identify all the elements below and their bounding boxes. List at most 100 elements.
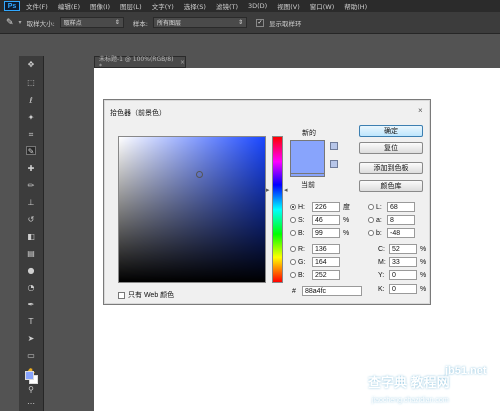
chevron-down-icon[interactable]: ▾ — [19, 19, 22, 26]
move-tool-icon[interactable]: ✥ — [26, 60, 36, 69]
dodge-tool-icon[interactable]: ◔ — [26, 283, 36, 292]
black-input[interactable]: 0 — [389, 284, 417, 294]
red-field-row: R: 136 — [290, 244, 340, 254]
yellow-field-row: Y: 0 % — [378, 270, 426, 280]
current-color-label: 当前 — [301, 182, 315, 189]
lab-l-input[interactable]: 68 — [387, 202, 415, 212]
menu-help[interactable]: 帮助(H) — [344, 1, 367, 11]
magenta-input[interactable]: 33 — [389, 257, 417, 267]
yellow-label: Y: — [378, 271, 385, 279]
lab-a-radio[interactable] — [368, 217, 374, 223]
brightness-input[interactable]: 99 — [312, 228, 340, 238]
add-to-swatches-button[interactable]: 添加到色板 — [359, 162, 423, 174]
new-color-swatch — [290, 140, 325, 174]
show-ring-checkbox[interactable]: ✓ — [255, 18, 264, 27]
web-colors-only-label: 只有 Web 颜色 — [128, 292, 175, 299]
brush-tool-icon[interactable]: ✏ — [26, 181, 36, 190]
options-bar: ✎ ▾ 取样大小: 取样点 ⇕ 样本: 所有图层 ⇕ ✓ 显示取样环 — [0, 12, 500, 34]
saturation-brightness-field[interactable] — [118, 136, 266, 283]
close-icon[interactable]: × — [418, 106, 423, 115]
menu-file[interactable]: 文件(F) — [26, 1, 48, 11]
cyan-input[interactable]: 52 — [389, 244, 417, 254]
stamp-tool-icon[interactable]: ⊥ — [26, 198, 36, 207]
foreground-color-swatch[interactable] — [25, 371, 34, 380]
eraser-tool-icon[interactable]: ◧ — [26, 232, 36, 241]
sample-size-select[interactable]: 取样点 ⇕ — [59, 17, 124, 28]
quick-select-tool-icon[interactable]: ✦ — [26, 113, 36, 122]
red-label: R: — [298, 245, 305, 253]
web-colors-only-option[interactable]: 只有 Web 颜色 — [118, 290, 174, 300]
hue-slider-right-arrow-icon[interactable]: ◂ — [284, 186, 288, 194]
web-safe-cube-icon[interactable] — [330, 160, 338, 168]
menu-edit[interactable]: 编辑(E) — [58, 1, 80, 11]
menu-3d[interactable]: 3D(D) — [248, 2, 267, 10]
brightness-unit: % — [343, 229, 350, 237]
green-input[interactable]: 164 — [312, 257, 340, 267]
current-color-swatch[interactable] — [290, 174, 325, 177]
show-ring-label: 显示取样环 — [268, 19, 302, 28]
menu-view[interactable]: 视图(V) — [277, 1, 300, 11]
saturation-label: S: — [298, 216, 305, 224]
red-radio[interactable] — [290, 246, 296, 252]
hue-slider[interactable] — [272, 136, 283, 283]
gradient-tool-icon[interactable]: ▤ — [26, 249, 36, 258]
blur-tool-icon[interactable]: ● — [26, 266, 36, 275]
lab-b-radio[interactable] — [368, 230, 374, 236]
saturation-input[interactable]: 46 — [312, 215, 340, 225]
hue-slider-left-arrow-icon[interactable]: ▸ — [266, 186, 270, 194]
new-color-label: 新的 — [302, 130, 316, 137]
sample-select[interactable]: 所有图层 ⇕ — [152, 17, 247, 28]
eyedropper-icon[interactable]: ✎ — [6, 18, 14, 28]
hex-input[interactable]: 88a4fc — [302, 286, 362, 296]
history-brush-icon[interactable]: ↺ — [26, 215, 36, 224]
healing-brush-icon[interactable]: ✚ — [26, 164, 36, 173]
out-of-gamut-warning-icon[interactable] — [330, 142, 338, 150]
hue-radio[interactable] — [290, 204, 296, 210]
menu-image[interactable]: 图像(I) — [90, 1, 110, 11]
saturation-field-row: S: 46 % — [290, 215, 349, 225]
green-field-row: G: 164 — [290, 257, 340, 267]
zoom-tool-icon[interactable]: ⚲ — [26, 385, 36, 394]
lab-a-input[interactable]: 8 — [387, 215, 415, 225]
lasso-tool-icon[interactable]: ℓ — [26, 96, 36, 105]
lab-a-field-row: a: 8 — [368, 215, 415, 225]
menu-layer[interactable]: 图层(L) — [120, 1, 142, 11]
marquee-tool-icon[interactable]: ⬚ — [26, 78, 36, 87]
saturation-unit: % — [343, 216, 350, 224]
hue-unit: 度 — [343, 204, 350, 211]
reset-button[interactable]: 复位 — [359, 142, 423, 154]
color-selection-marker[interactable] — [196, 171, 203, 178]
document-tab[interactable]: 未标题-1 @ 100%(RGB/8) * × — [94, 56, 186, 70]
hex-field-row: # 88a4fc — [292, 286, 362, 296]
ok-button[interactable]: 确定 — [359, 125, 423, 137]
saturation-radio[interactable] — [290, 217, 296, 223]
menu-type[interactable]: 文字(Y) — [152, 1, 174, 11]
brightness-radio[interactable] — [290, 230, 296, 236]
lab-a-label: a: — [376, 216, 382, 224]
shape-tool-icon[interactable]: ▭ — [26, 351, 36, 360]
blue-input[interactable]: 252 — [312, 270, 340, 280]
menu-window[interactable]: 窗口(W) — [310, 1, 335, 11]
lab-b-input[interactable]: -48 — [387, 228, 415, 238]
menu-filter[interactable]: 滤镜(T) — [216, 1, 238, 11]
menu-bar: Ps 文件(F) 编辑(E) 图像(I) 图层(L) 文字(Y) 选择(S) 滤… — [0, 0, 500, 12]
green-radio[interactable] — [290, 259, 296, 265]
lab-l-radio[interactable] — [368, 204, 374, 210]
close-icon[interactable]: × — [180, 59, 185, 66]
more-tools-icon[interactable]: ⋯ — [26, 399, 36, 408]
crop-tool-icon[interactable]: ⌗ — [26, 130, 36, 139]
blue-radio[interactable] — [290, 272, 296, 278]
yellow-input[interactable]: 0 — [389, 270, 417, 280]
hue-input[interactable]: 226 — [312, 202, 340, 212]
magenta-field-row: M: 33 % — [378, 257, 426, 267]
color-libraries-button[interactable]: 颜色库 — [359, 180, 423, 192]
web-colors-only-checkbox[interactable] — [118, 291, 125, 299]
eyedropper-tool-icon[interactable]: ✎ — [26, 146, 36, 156]
path-select-icon[interactable]: ➤ — [26, 334, 36, 343]
type-tool-icon[interactable]: T — [26, 317, 36, 326]
watermark-url: jiaocheng.chazidian.com — [372, 397, 449, 404]
pen-tool-icon[interactable]: ✒ — [26, 300, 36, 309]
menu-select[interactable]: 选择(S) — [184, 1, 206, 11]
hue-label: H: — [298, 203, 305, 211]
red-input[interactable]: 136 — [312, 244, 340, 254]
